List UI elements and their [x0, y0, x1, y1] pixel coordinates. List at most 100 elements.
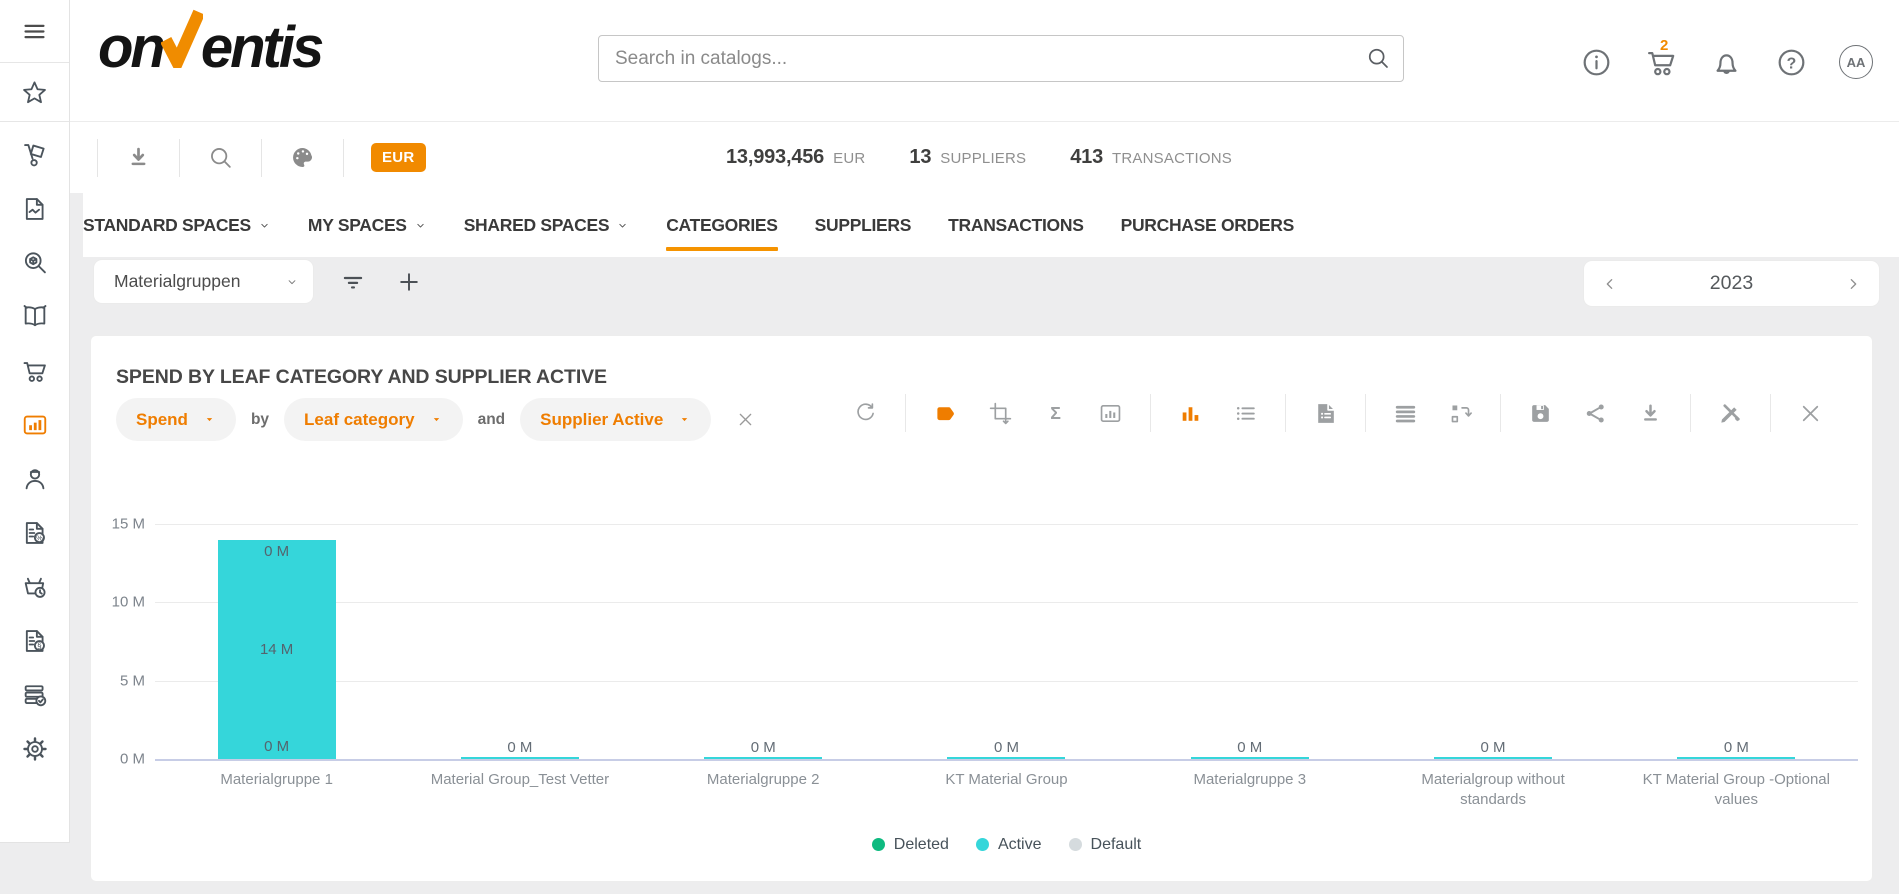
sidebar-item-product-search[interactable] [0, 238, 69, 292]
bar[interactable]: 0 M14 M0 M [218, 540, 336, 759]
zero-bar[interactable] [1677, 757, 1795, 759]
sigma-icon[interactable]: Σ [1043, 401, 1068, 426]
sidebar-item-catalog[interactable] [0, 292, 69, 346]
download-icon[interactable] [1638, 401, 1663, 426]
catalog-search [598, 35, 1404, 82]
app-logo[interactable]: on entis [98, 10, 321, 84]
tab-transactions[interactable]: TRANSACTIONS [948, 193, 1083, 257]
tab-standard-spaces[interactable]: STANDARD SPACES [83, 193, 271, 257]
chart-title: SPEND BY LEAF CATEGORY AND SUPPLIER ACTI… [116, 366, 607, 389]
sidebar-item-cart[interactable] [0, 346, 69, 400]
sidebar-item-analytics[interactable] [0, 400, 69, 454]
close-icon[interactable] [1798, 401, 1823, 426]
legend-item-active[interactable]: Active [976, 836, 1042, 854]
zero-bar[interactable] [947, 757, 1065, 759]
tag-icon[interactable] [933, 401, 958, 426]
tab-categories[interactable]: CATEGORIES [666, 193, 777, 257]
category-label: KT Material Group -Optional values [1615, 770, 1858, 811]
bar-value-label: 0 M [1371, 739, 1614, 756]
tab-suppliers[interactable]: SUPPLIERS [815, 193, 912, 257]
avatar[interactable]: AA [1839, 45, 1873, 79]
next-year-button[interactable] [1845, 276, 1861, 292]
cart-icon[interactable]: 2 [1644, 45, 1678, 79]
bell-icon[interactable] [1709, 45, 1743, 79]
sidebar-item-favorites[interactable] [0, 63, 69, 122]
divider [261, 139, 262, 177]
bar-value-label: 0 M [398, 739, 641, 756]
sidebar-item-gear[interactable] [0, 724, 69, 778]
legend-item-deleted[interactable]: Deleted [872, 836, 949, 854]
add-icon[interactable] [396, 269, 422, 300]
tab-shared-spaces[interactable]: SHARED SPACES [464, 193, 630, 257]
divider [97, 139, 98, 177]
tab-purchase-orders[interactable]: PURCHASE ORDERS [1121, 193, 1294, 257]
search-icon[interactable] [1365, 45, 1391, 76]
logo-text: on [98, 14, 163, 81]
bar-column: 0 M14 M0 M [155, 524, 398, 759]
sidebar-item-basket-clock[interactable] [0, 562, 69, 616]
download-icon[interactable] [125, 144, 152, 171]
share-icon[interactable] [1583, 401, 1608, 426]
sidebar-item-handtruck[interactable] [0, 130, 69, 184]
sidebar-item-document-paragraph[interactable]: § [0, 616, 69, 670]
bar-value-label: 0 M [642, 739, 885, 756]
zero-bar[interactable] [1191, 757, 1309, 759]
filter-icon[interactable] [340, 269, 366, 300]
logo-check-icon [161, 8, 203, 82]
swap-icon[interactable] [1448, 401, 1473, 426]
bar-chart: 15 M10 M5 M0 M0 M14 M0 M0 M0 M0 M0 M0 M0… [155, 524, 1858, 854]
zero-bar[interactable] [461, 757, 579, 759]
query-conjunction: by [251, 411, 269, 429]
dimension-dropdown[interactable]: Materialgruppen [93, 259, 314, 304]
tools-icon[interactable] [1718, 401, 1743, 426]
stat-transactions: 413TRANSACTIONS [1070, 146, 1232, 169]
bar-column: 0 M [1128, 524, 1371, 759]
chevron-down-icon [616, 219, 629, 232]
category-label: KT Material Group [885, 770, 1128, 811]
sidebar-item-user[interactable] [0, 454, 69, 508]
search-input[interactable] [598, 35, 1404, 82]
zero-bar[interactable] [1434, 757, 1552, 759]
document-paragraph-icon: § [21, 627, 49, 660]
divider [1150, 394, 1151, 432]
list-icon[interactable] [1233, 401, 1258, 426]
sidebar-item-data-check[interactable] [0, 670, 69, 724]
stat-eur: 13,993,456EUR [726, 146, 865, 169]
category-label: Materialgruppe 2 [642, 770, 885, 811]
stat-label: SUPPLIERS [940, 150, 1026, 167]
remove-dimension-icon[interactable] [736, 410, 755, 429]
previous-year-button[interactable] [1602, 276, 1618, 292]
rows-icon[interactable] [1393, 401, 1418, 426]
measure-pill-leaf-category[interactable]: Leaf category [284, 398, 463, 441]
chevron-down-icon [258, 219, 271, 232]
basket-clock-icon [21, 573, 49, 606]
bar-chart-icon[interactable] [1178, 401, 1203, 426]
legend-dot [976, 838, 989, 851]
chart-frame-icon[interactable] [1098, 401, 1123, 426]
tab-my-spaces[interactable]: MY SPACES [308, 193, 427, 257]
search-icon[interactable] [207, 144, 234, 171]
help-icon[interactable]: ? [1774, 45, 1808, 79]
sidebar-item-contract[interactable] [0, 184, 69, 238]
currency-badge[interactable]: EUR [371, 143, 426, 172]
sidebar-item-document-percent[interactable]: % [0, 508, 69, 562]
measure-pill-spend[interactable]: Spend [116, 398, 236, 441]
legend-item-default[interactable]: Default [1069, 836, 1142, 854]
measure-pill-supplier-active[interactable]: Supplier Active [520, 398, 711, 441]
palette-icon[interactable] [289, 144, 316, 171]
legend-label: Active [998, 836, 1042, 854]
save-icon[interactable] [1528, 401, 1553, 426]
caret-down-icon [203, 413, 216, 426]
refresh-icon[interactable] [853, 401, 878, 426]
menu-button[interactable] [0, 0, 69, 63]
view-tools: EUR [70, 122, 426, 193]
note-icon[interactable] [1313, 401, 1338, 426]
document-percent-icon: % [21, 519, 49, 552]
analytics-icon [21, 411, 49, 444]
info-icon[interactable] [1579, 45, 1613, 79]
handtruck-icon [21, 141, 49, 174]
zero-bar[interactable] [704, 757, 822, 759]
bar-value-label: 0 M [885, 739, 1128, 756]
stat-value: 13 [909, 146, 931, 169]
crop-icon[interactable] [988, 401, 1013, 426]
